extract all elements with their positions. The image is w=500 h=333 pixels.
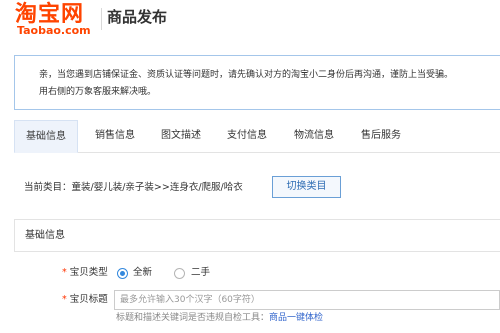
notice-line-2: 用右侧的万象客服来解决哦。 — [39, 87, 157, 97]
switch-category-button[interactable]: 切换类目 — [272, 176, 341, 198]
radio-second-hand[interactable] — [174, 268, 185, 279]
section-title: 基础信息 — [25, 230, 65, 241]
radio-new-label[interactable]: 全新 — [133, 266, 152, 280]
logo-divider — [101, 8, 102, 30]
item-title-label-text: 宝贝标题 — [69, 294, 108, 305]
basic-info-section: 基础信息 — [14, 219, 500, 252]
notice-line-1: 亲，当您遇到店铺保证金、资质认证等问题时，请先确认对方的淘宝小二身份后再沟通，谨… — [39, 70, 454, 80]
required-mark: * — [62, 294, 67, 305]
publish-tabs: 基础信息 销售信息 图文描述 支付信息 物流信息 售后服务 — [14, 120, 500, 153]
required-mark: * — [62, 267, 67, 278]
tab-description[interactable]: 图文描述 — [161, 120, 201, 152]
tab-sales-info[interactable]: 销售信息 — [95, 120, 135, 152]
radio-new[interactable] — [117, 268, 128, 279]
taobao-logo-domain: Taobao.com — [17, 24, 91, 37]
radio-second-hand-label[interactable]: 二手 — [191, 266, 210, 280]
page-title: 商品发布 — [107, 8, 168, 26]
item-type-label-text: 宝贝类型 — [69, 267, 108, 278]
title-hint: 标题和描述关键词是否违规自检工具：商品一键体检 — [116, 312, 323, 325]
tab-payment-info[interactable]: 支付信息 — [227, 120, 267, 152]
page-header: 淘宝网 Taobao.com 商品发布 — [0, 0, 500, 44]
item-type-label: * 宝贝类型 — [62, 266, 108, 280]
current-category: 当前类目：童装/婴儿装/亲子装>>连身衣/爬服/哈衣 — [24, 182, 243, 193]
tab-logistics-info[interactable]: 物流信息 — [294, 120, 334, 152]
item-title-input[interactable] — [114, 290, 500, 310]
tab-basic-info[interactable]: 基础信息 — [14, 120, 78, 153]
item-title-label: * 宝贝标题 — [62, 293, 108, 307]
product-check-link[interactable]: 商品一键体检 — [269, 313, 323, 323]
title-hint-text: 标题和描述关键词是否违规自检工具： — [116, 313, 270, 323]
tab-after-sales[interactable]: 售后服务 — [361, 120, 401, 152]
security-notice: 亲，当您遇到店铺保证金、资质认证等问题时，请先确认对方的淘宝小二身份后再沟通，谨… — [14, 55, 500, 110]
